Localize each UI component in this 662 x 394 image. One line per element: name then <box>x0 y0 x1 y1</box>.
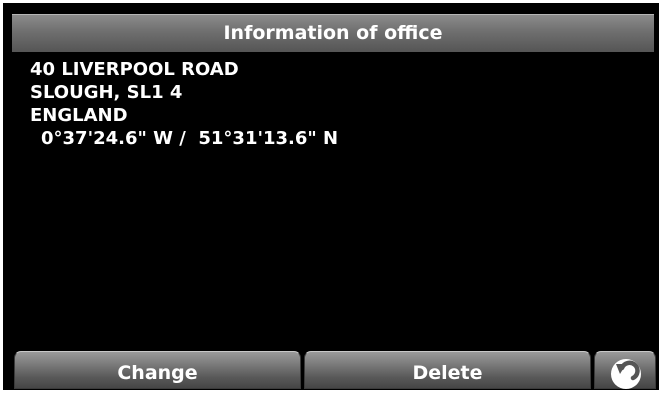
address-info: 40 LIVERPOOL ROAD SLOUGH, SL1 4 ENGLAND … <box>30 58 338 150</box>
address-line-2: SLOUGH, SL1 4 <box>30 82 183 103</box>
page-title: Information of office <box>12 14 654 52</box>
coordinates: 0°37'24.6" W / 51°31'13.6" N <box>41 128 339 149</box>
address-line-1: 40 LIVERPOOL ROAD <box>30 59 239 80</box>
back-button[interactable] <box>594 351 656 389</box>
back-arrow-icon <box>611 359 641 389</box>
address-line-3: ENGLAND <box>30 105 128 126</box>
device-screen: Information of office 40 LIVERPOOL ROAD … <box>3 3 659 390</box>
delete-button[interactable]: Delete <box>304 351 591 389</box>
change-button[interactable]: Change <box>14 351 301 389</box>
